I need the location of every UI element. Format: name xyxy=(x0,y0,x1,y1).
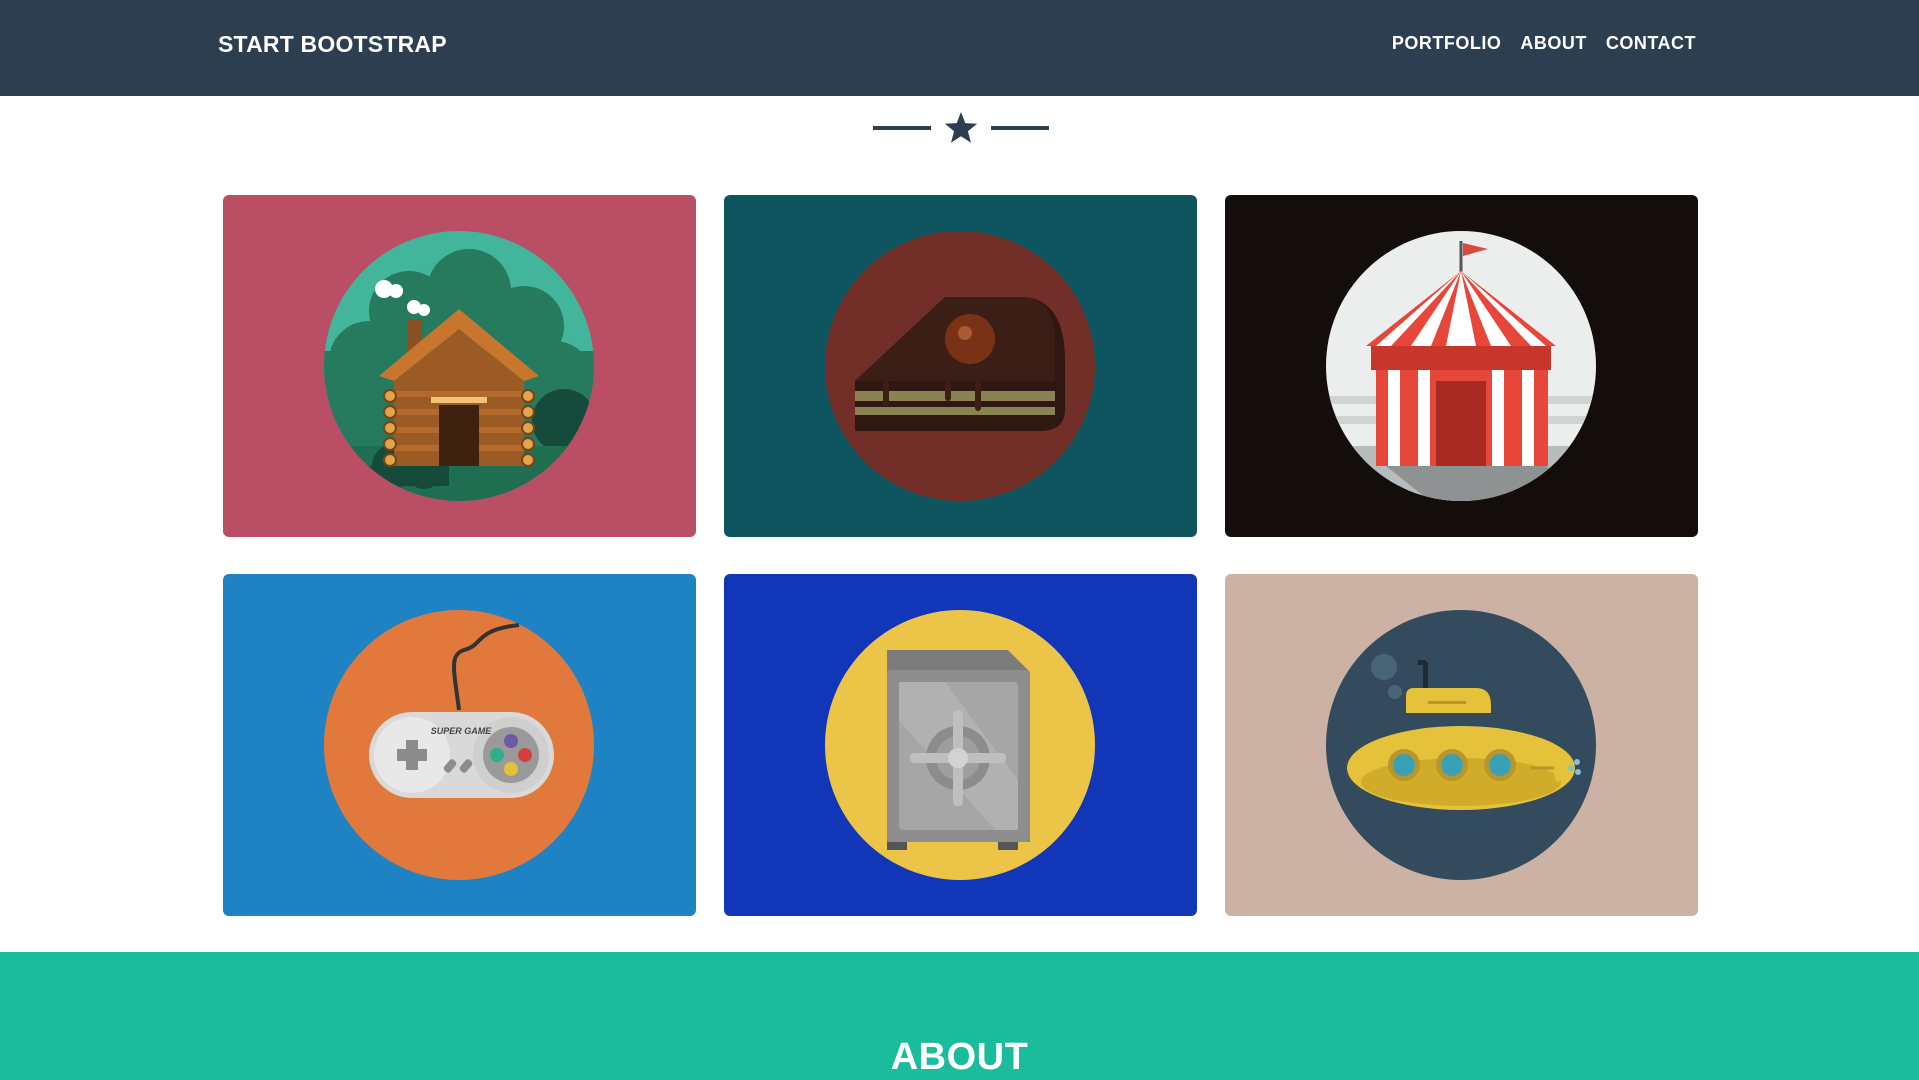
brand-link[interactable]: START BOOTSTRAP xyxy=(218,31,447,58)
nav-link-portfolio[interactable]: PORTFOLIO xyxy=(1392,33,1502,54)
star-icon xyxy=(944,112,978,143)
portfolio-item-cake[interactable] xyxy=(724,195,1197,537)
portfolio-item-circus-tent[interactable] xyxy=(1225,195,1698,537)
nav-links: PORTFOLIO ABOUT CONTACT xyxy=(1392,33,1696,54)
divider-line-right xyxy=(991,126,1049,130)
portfolio-item-safe[interactable] xyxy=(724,574,1197,916)
game-controller-icon: SUPER GAME xyxy=(324,610,594,880)
cabin-icon xyxy=(324,231,594,501)
star-divider xyxy=(873,111,1049,145)
cake-icon xyxy=(825,231,1095,501)
about-title: ABOUT xyxy=(890,1035,1029,1078)
portfolio-item-game-controller[interactable]: SUPER GAME xyxy=(223,574,696,916)
circus-tent-icon xyxy=(1326,231,1596,501)
portfolio-item-submarine[interactable] xyxy=(1225,574,1698,916)
safe-icon xyxy=(825,610,1095,880)
nav-link-contact[interactable]: CONTACT xyxy=(1606,33,1696,54)
about-section: ABOUT xyxy=(0,952,1919,1080)
divider-line-left xyxy=(873,126,931,130)
navbar: START BOOTSTRAP PORTFOLIO ABOUT CONTACT xyxy=(0,0,1919,96)
submarine-icon xyxy=(1326,610,1596,880)
portfolio-item-cabin[interactable] xyxy=(223,195,696,537)
nav-link-about[interactable]: ABOUT xyxy=(1520,33,1587,54)
controller-brand-text: SUPER GAME xyxy=(431,726,493,736)
